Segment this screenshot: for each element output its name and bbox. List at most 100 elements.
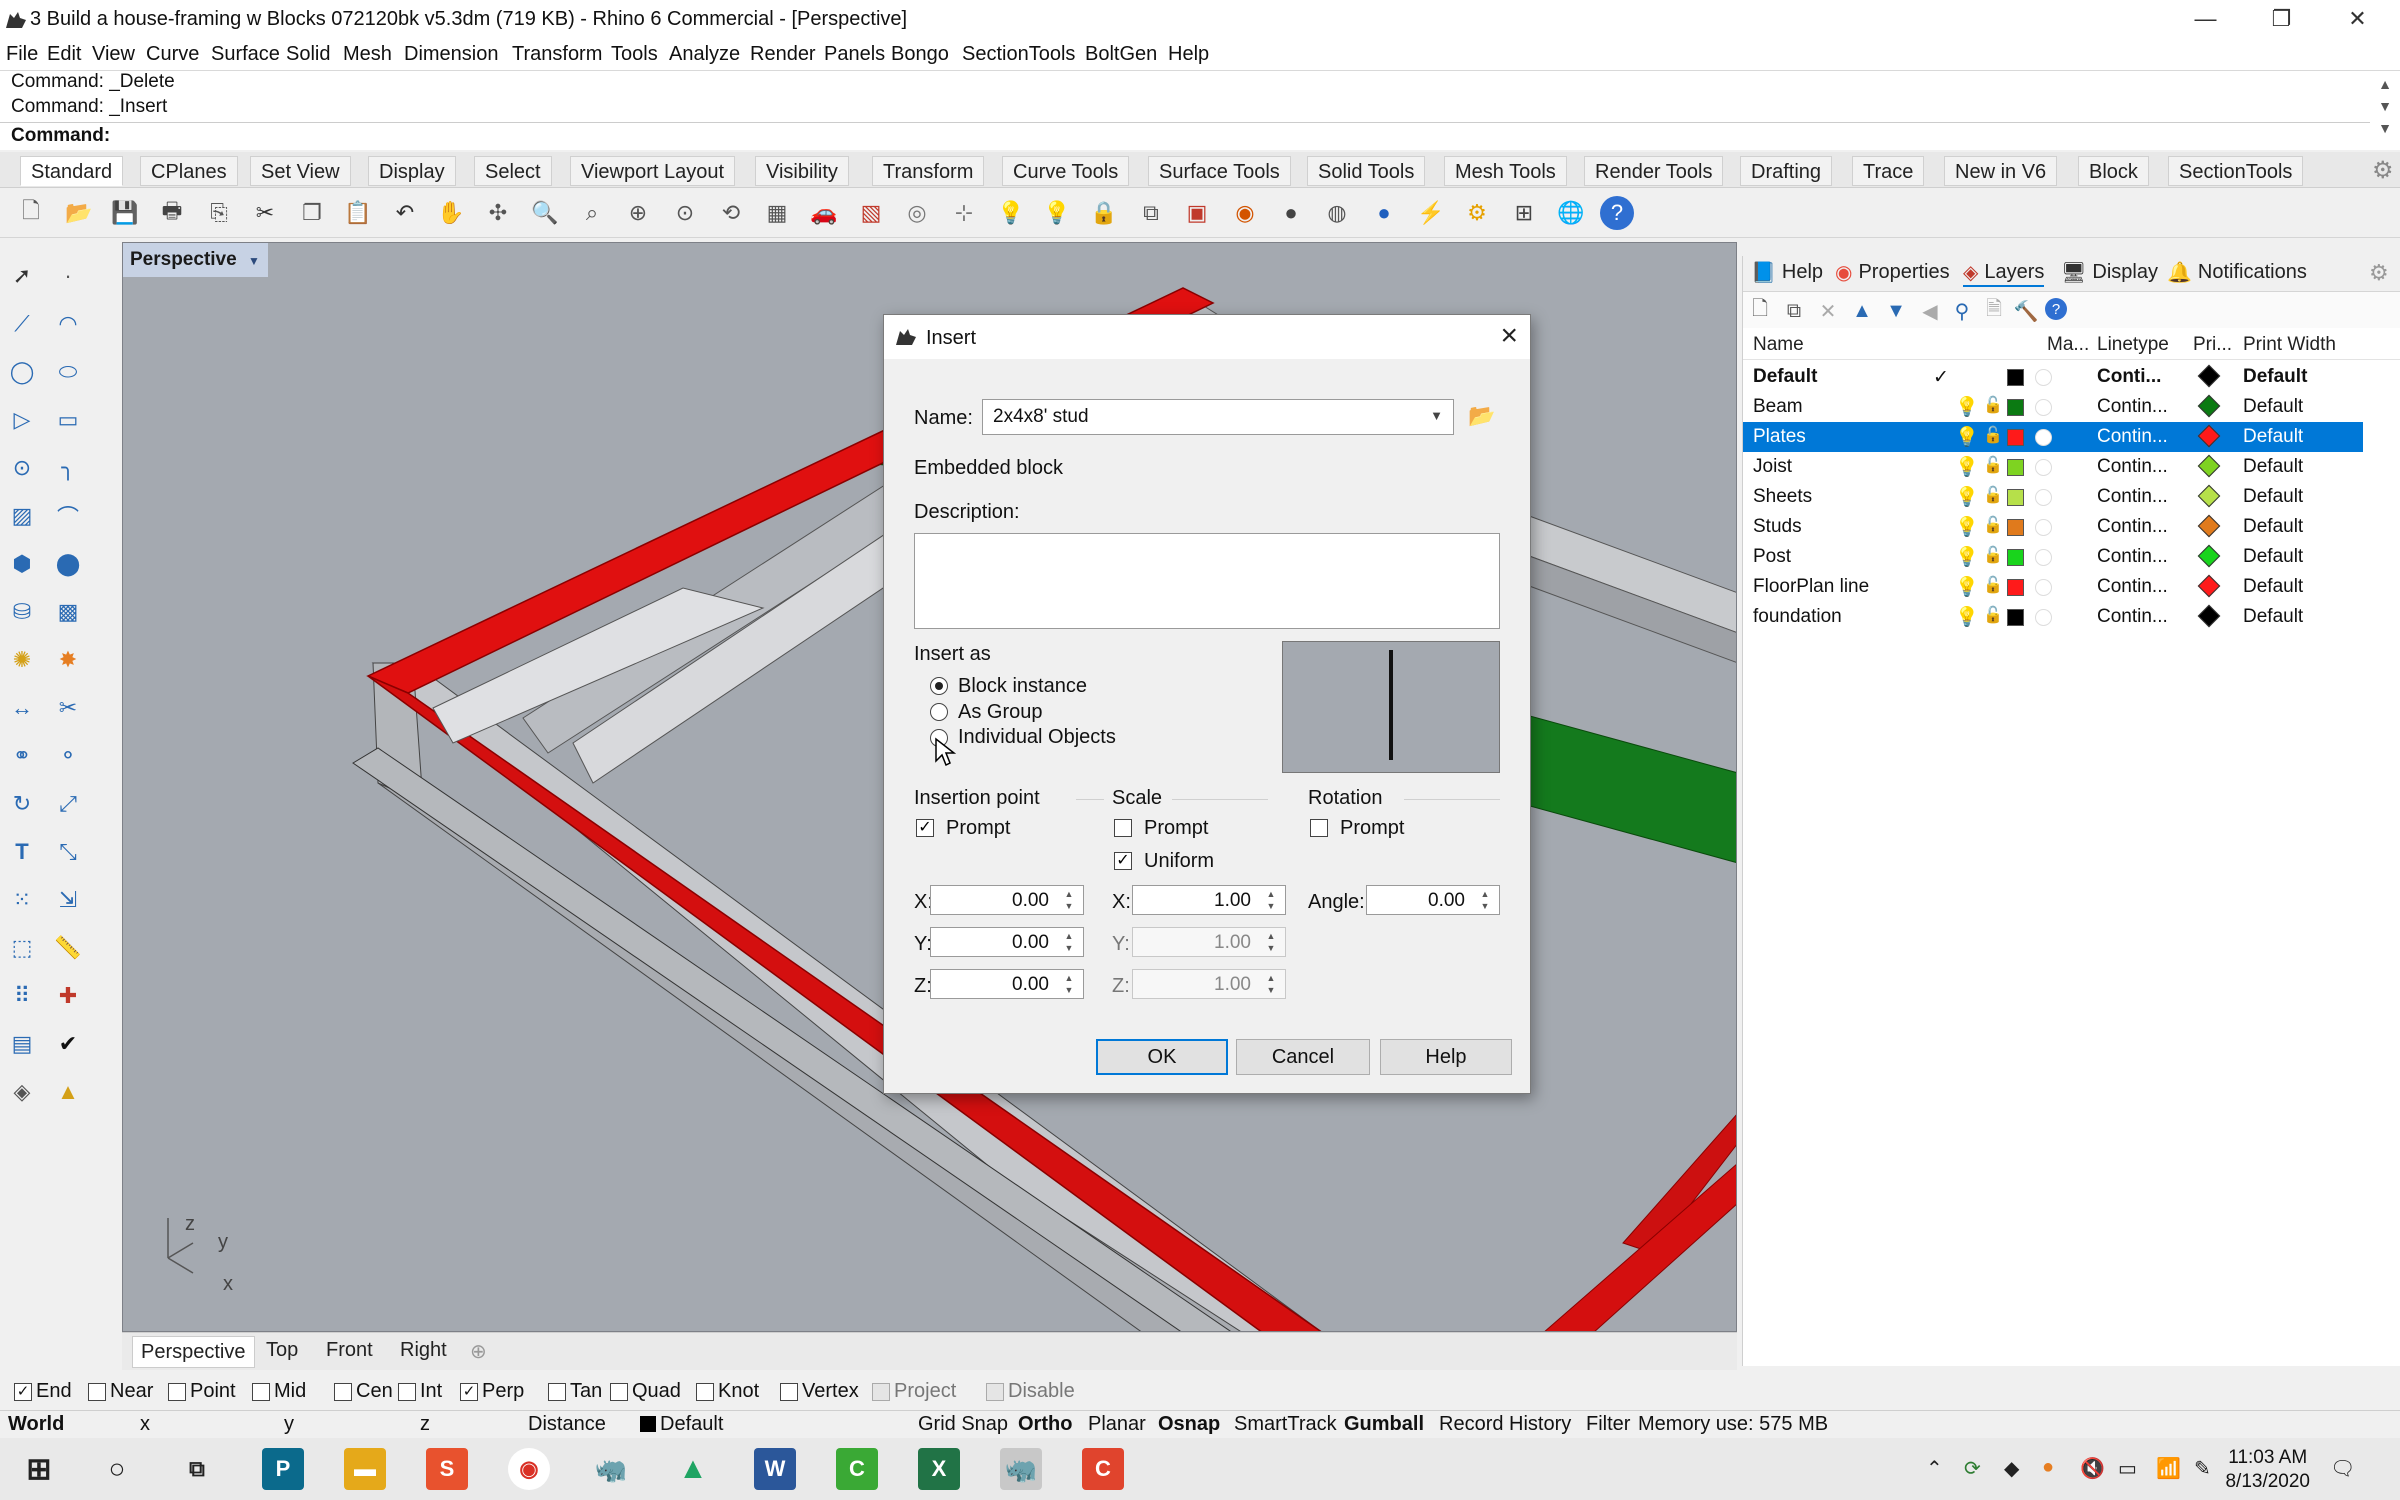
layer-visibility-bulb-icon[interactable]: 💡 <box>1955 575 1979 599</box>
menu-tools[interactable]: Tools <box>611 43 658 66</box>
zoom-selected-icon[interactable]: ⊙ <box>668 196 702 230</box>
render-light-icon[interactable]: ⚡ <box>1414 196 1448 230</box>
panel-tab-properties[interactable]: ◉ Properties <box>1835 260 1950 285</box>
offset-icon[interactable]: ⊙ <box>2 448 42 488</box>
panel-tab-layers[interactable]: ◈ Layers <box>1963 260 2045 287</box>
status-world[interactable]: World <box>8 1413 64 1436</box>
gumball-icon[interactable]: ✚ <box>48 976 88 1016</box>
scale-z-field[interactable]: 1.00 ▲ ▼ <box>1132 969 1286 999</box>
osnap-icon[interactable]: ◎ <box>900 196 934 230</box>
tab-trace[interactable]: Trace <box>1852 156 1925 186</box>
osnap-disable[interactable]: Disable <box>986 1380 1075 1403</box>
layer-visibility-bulb-icon[interactable]: 💡 <box>1955 425 1979 449</box>
filter-icon[interactable]: ⚲ <box>1949 298 1975 324</box>
osnap-checkbox[interactable] <box>986 1382 1004 1401</box>
publisher-icon[interactable]: P <box>262 1448 304 1490</box>
spinner-icon[interactable]: ▲ ▼ <box>1473 888 1497 912</box>
help-icon[interactable]: ? <box>1600 196 1634 230</box>
layer-lock-icon[interactable]: 🔓 <box>1983 395 2003 415</box>
rotate-icon[interactable]: ↻ <box>2 784 42 824</box>
ellipse-icon[interactable]: ⬭ <box>48 352 88 392</box>
layer-visibility-bulb-icon[interactable]: 💡 <box>1955 545 1979 569</box>
tab-drafting[interactable]: Drafting <box>1740 156 1833 186</box>
light-bulb-icon[interactable]: 💡 <box>994 196 1028 230</box>
tab-standard[interactable]: Standard <box>20 156 124 186</box>
new-file-icon[interactable]: 🗋 <box>14 196 48 230</box>
select-icon[interactable]: ⊹ <box>947 196 981 230</box>
vtab-right[interactable]: Right <box>392 1339 455 1362</box>
col-print-width[interactable]: Print Width <box>2243 334 2336 356</box>
layer-material-swatch[interactable] <box>2035 399 2052 416</box>
layer-print-width[interactable]: Default <box>2243 366 2307 388</box>
layer-color-swatch[interactable] <box>2007 549 2024 566</box>
copy-icon[interactable]: ❐ <box>295 196 329 230</box>
analyze-icon[interactable]: 📏 <box>48 928 88 968</box>
loft-icon[interactable]: ⌒ <box>48 496 88 536</box>
layer-row[interactable]: Beam 💡 🔓 Contin... Default <box>1743 392 2363 422</box>
cancel-button[interactable]: Cancel <box>1236 1039 1370 1075</box>
insertion-x-field[interactable]: 0.00 ▲ ▼ <box>930 885 1084 915</box>
globe-icon[interactable]: 🌐 <box>1554 196 1588 230</box>
search-icon[interactable]: ○ <box>96 1448 138 1490</box>
layer-name[interactable]: Beam <box>1753 396 1803 418</box>
uniform-scale-checkbox[interactable]: ✓ <box>1114 852 1132 870</box>
command-scrollbar[interactable]: ▲ ▼ ▼ <box>2370 72 2400 150</box>
layer-icon[interactable]: ⧉ <box>1134 196 1168 230</box>
layer-material-swatch[interactable] <box>2035 519 2052 536</box>
layer-material-swatch[interactable] <box>2035 579 2052 596</box>
render-shaded-icon[interactable]: ● <box>1274 196 1308 230</box>
dialog-close-icon[interactable]: × <box>1500 319 1518 353</box>
move-layer-down-icon[interactable]: ▼ <box>1883 298 1909 324</box>
undo-view-icon[interactable]: ⟲ <box>714 196 748 230</box>
status-planar[interactable]: Planar <box>1088 1413 1146 1436</box>
menu-render[interactable]: Render <box>750 43 816 66</box>
move-layer-up-icon[interactable]: ▲ <box>1849 298 1875 324</box>
osnap-end[interactable]: ✓ End <box>14 1380 72 1403</box>
command-input[interactable]: Command: <box>0 122 2370 148</box>
tab-set-view[interactable]: Set View <box>250 156 351 186</box>
tray-recording-icon[interactable]: ● <box>2042 1456 2054 1479</box>
polyline-icon[interactable]: ⟋ <box>2 304 42 344</box>
layer-print-width[interactable]: Default <box>2243 426 2303 448</box>
current-layer-check-icon[interactable]: ✓ <box>1933 366 1949 389</box>
layer-print-color-swatch[interactable] <box>2197 574 2221 598</box>
layer-material-swatch[interactable] <box>2035 369 2052 386</box>
snagit-icon[interactable]: S <box>426 1448 468 1490</box>
layer-color-swatch[interactable] <box>2007 579 2024 596</box>
layer-print-width[interactable]: Default <box>2243 486 2303 508</box>
viewport-menu-arrow-icon[interactable]: ▼ <box>248 254 260 268</box>
layer-print-color-swatch[interactable] <box>2197 454 2221 478</box>
osnap-quad[interactable]: Quad <box>610 1380 681 1403</box>
tab-transform[interactable]: Transform <box>872 156 985 186</box>
new-sublayer-icon[interactable]: ⧉ <box>1781 298 1807 324</box>
scale-x-field[interactable]: 1.00 ▲ ▼ <box>1132 885 1286 915</box>
menu-surface[interactable]: Surface <box>211 43 280 66</box>
hide-icon[interactable]: 💡 <box>1040 196 1074 230</box>
rhino-taskbar-icon[interactable]: 🦏 <box>590 1448 632 1490</box>
layer-visibility-bulb-icon[interactable]: 💡 <box>1955 605 1979 629</box>
layer-linetype[interactable]: Contin... <box>2097 516 2168 538</box>
dimension-icon[interactable]: ⊞ <box>1507 196 1541 230</box>
layer-lock-icon[interactable]: 🔓 <box>1983 425 2003 445</box>
osnap-perp[interactable]: ✓ Perp <box>460 1380 524 1403</box>
chrome-icon[interactable]: ◉ <box>508 1448 550 1490</box>
tray-sync-icon[interactable]: ⟳ <box>1964 1456 1981 1481</box>
insertion-z-field[interactable]: 0.00 ▲ ▼ <box>930 969 1084 999</box>
layer-material-swatch[interactable] <box>2035 429 2052 446</box>
google-drive-icon[interactable]: ▲ <box>672 1448 714 1490</box>
radio-as-group[interactable] <box>930 703 948 721</box>
rectangle-icon[interactable]: ▭ <box>48 400 88 440</box>
menu-view[interactable]: View <box>92 43 135 66</box>
tab-surface-tools[interactable]: Surface Tools <box>1148 156 1291 186</box>
close-window-button[interactable]: ✕ <box>2320 0 2395 40</box>
scale-icon[interactable]: ⤢ <box>48 784 88 824</box>
delete-layer-icon[interactable]: ✕ <box>1815 298 1841 324</box>
viewport-label[interactable]: Perspective ▼ <box>123 243 268 277</box>
boolean-union-icon[interactable]: ⬤ <box>48 544 88 584</box>
status-layer[interactable]: Default <box>640 1413 723 1436</box>
cut-icon[interactable]: ✂ <box>248 196 282 230</box>
layer-print-width[interactable]: Default <box>2243 516 2303 538</box>
viewport-label-box[interactable]: Perspective ▼ <box>123 243 268 277</box>
light-icon[interactable]: ▲ <box>48 1072 88 1112</box>
tab-display[interactable]: Display <box>368 156 456 186</box>
